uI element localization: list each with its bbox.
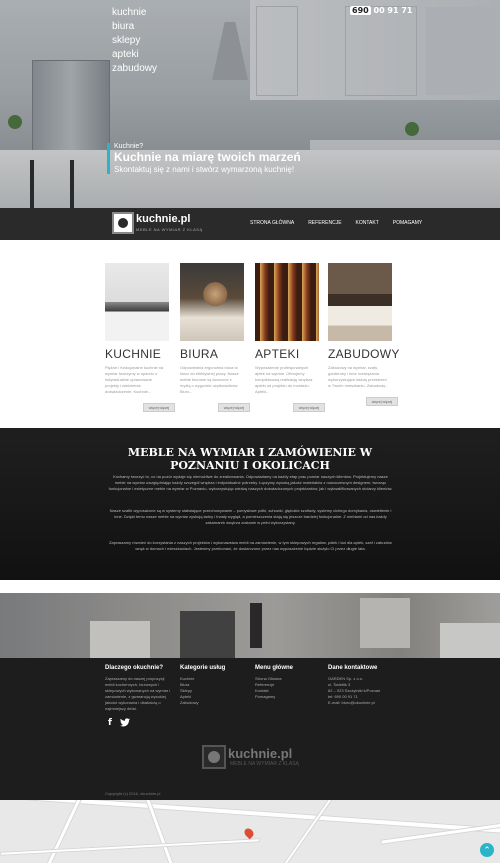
footer-heading: Menu główne [255, 665, 293, 671]
about-paragraph: Zapraszamy również do korzystania z nasz… [109, 540, 392, 551]
logo-mark-icon [112, 212, 134, 234]
topnav-item-apteki[interactable]: apteki [112, 48, 157, 62]
card-image[interactable] [328, 263, 392, 341]
card-text: Piękne i funkcjonalne kuchnie na wymiar … [105, 365, 164, 394]
topnav-item-sklepy[interactable]: sklepy [112, 34, 157, 48]
footer-heading: Dlaczego okuchnie? [105, 665, 164, 671]
card-more-button[interactable]: więcej więcej [143, 403, 175, 412]
service-card-apteki: APTEKI Wyposażenie profesjonalnych aptek… [255, 263, 325, 412]
facebook-icon[interactable]: f [108, 718, 112, 730]
footer-col-categories: Kategorie usług Kuchnie Biura Sklepy Apt… [180, 665, 250, 706]
footer-logo-mark-icon [202, 745, 226, 769]
hero-headline: Kuchnie na miarę twoich marzeń [114, 150, 301, 164]
footer-logo-tagline: MEBLE NA WYMIAR Z KLASĄ [230, 761, 299, 767]
footer-logo-name[interactable]: kuchnie.pl [228, 746, 292, 761]
card-text: Odpowiednia ergonomia biura to klucz do … [180, 365, 239, 394]
about-paragraph: Kochamy tworzyć to, co na pozór wydaje s… [108, 474, 393, 491]
card-image[interactable] [255, 263, 319, 341]
main-nav: STRONA GŁÓWNA REFERENCJE KONTAKT POMAGAM… [250, 220, 422, 226]
nav-item-home[interactable]: STRONA GŁÓWNA [250, 220, 294, 226]
hero-kicker: Kuchnie? [114, 143, 144, 150]
footer-text: Zapraszamy do naszej propozycji mebli ku… [105, 676, 171, 711]
footer-heading: Kategorie usług [180, 665, 226, 671]
hero-banner [0, 0, 500, 208]
card-more-button[interactable]: więcej więcej [218, 403, 250, 412]
card-title[interactable]: BIURA [180, 347, 244, 361]
card-title[interactable]: KUCHNIE [105, 347, 169, 361]
card-more-button[interactable]: więcej więcej [366, 397, 398, 406]
topnav-item-biura[interactable]: biura [112, 20, 157, 34]
topnav-item-zabudowy[interactable]: zabudowy [112, 62, 157, 76]
logo-name: kuchnie.pl [136, 213, 191, 225]
footer [0, 658, 500, 800]
hero-text-block: Kuchnie? Kuchnie na miarę twoich marzeń … [107, 143, 301, 174]
footer-col-why: Dlaczego okuchnie? Zapraszamy do naszej … [105, 665, 175, 712]
footer-col-contact: Dane kontaktowe GARDEN Sp. z o.o. ul. Św… [328, 665, 408, 706]
social-links: f [108, 718, 130, 730]
logo-tagline: MEBLE NA WYMIAR Z KLASĄ [136, 227, 203, 232]
services-section [0, 240, 500, 428]
card-title[interactable]: ZABUDOWY [328, 347, 399, 361]
footer-link[interactable]: Zabudowy [180, 700, 250, 706]
about-title: MEBLE NA WYMIAR I ZAMÓWIENIE W POZNANIU … [127, 446, 373, 472]
twitter-icon[interactable] [119, 718, 130, 730]
card-image[interactable] [105, 263, 169, 341]
card-image[interactable] [180, 263, 244, 341]
contact-line[interactable]: E-mail: biuro@okuchnie.pl [328, 700, 408, 706]
site-logo[interactable]: kuchnie.pl MEBLE NA WYMIAR Z KLASĄ [112, 211, 207, 237]
phone-rest: 00 91 71 [373, 6, 413, 15]
footer-col-menu: Menu główne Strona Główna Referencje Kon… [255, 665, 325, 700]
phone-prefix: 690 [350, 6, 371, 15]
nav-item-pomagamy[interactable]: POMAGAMY [393, 220, 422, 226]
copyright: Copyright (c) 2016, okuchnie.pl [105, 791, 161, 796]
phone-number[interactable]: 690 00 91 71 [350, 6, 412, 15]
footer-link[interactable]: Pomagamy [255, 694, 325, 700]
nav-item-kontakt[interactable]: KONTAKT [356, 220, 379, 226]
service-card-biura: BIURA Odpowiednia ergonomia biura to klu… [180, 263, 250, 412]
service-card-kuchnie: KUCHNIE Piękne i funkcjonalne kuchnie na… [105, 263, 175, 412]
about-paragraph: Nasze szafki wyposażone są w systemy uła… [109, 508, 392, 525]
service-card-zabudowy: ZABUDOWY Zabudowy na wymiar, szafy, gard… [328, 263, 399, 406]
hero-subline: Skontaktuj się z nami i stwórz wymarzoną… [114, 165, 295, 174]
card-more-button[interactable]: więcej więcej [293, 403, 325, 412]
topnav-item-kuchnie[interactable]: kuchnie [112, 6, 157, 20]
arrow-up-icon[interactable]: ⌃ [480, 843, 494, 857]
card-text: Zabudowy na wymiar, szafy, garderoby i i… [328, 365, 389, 388]
card-text: Wyposażenie profesjonalnych aptek na wym… [255, 365, 313, 394]
footer-heading: Dane kontaktowe [328, 665, 378, 671]
nav-item-referencje[interactable]: REFERENCJE [308, 220, 341, 226]
card-title[interactable]: APTEKI [255, 347, 319, 361]
top-category-nav: kuchnie biura sklepy apteki zabudowy [112, 6, 157, 76]
